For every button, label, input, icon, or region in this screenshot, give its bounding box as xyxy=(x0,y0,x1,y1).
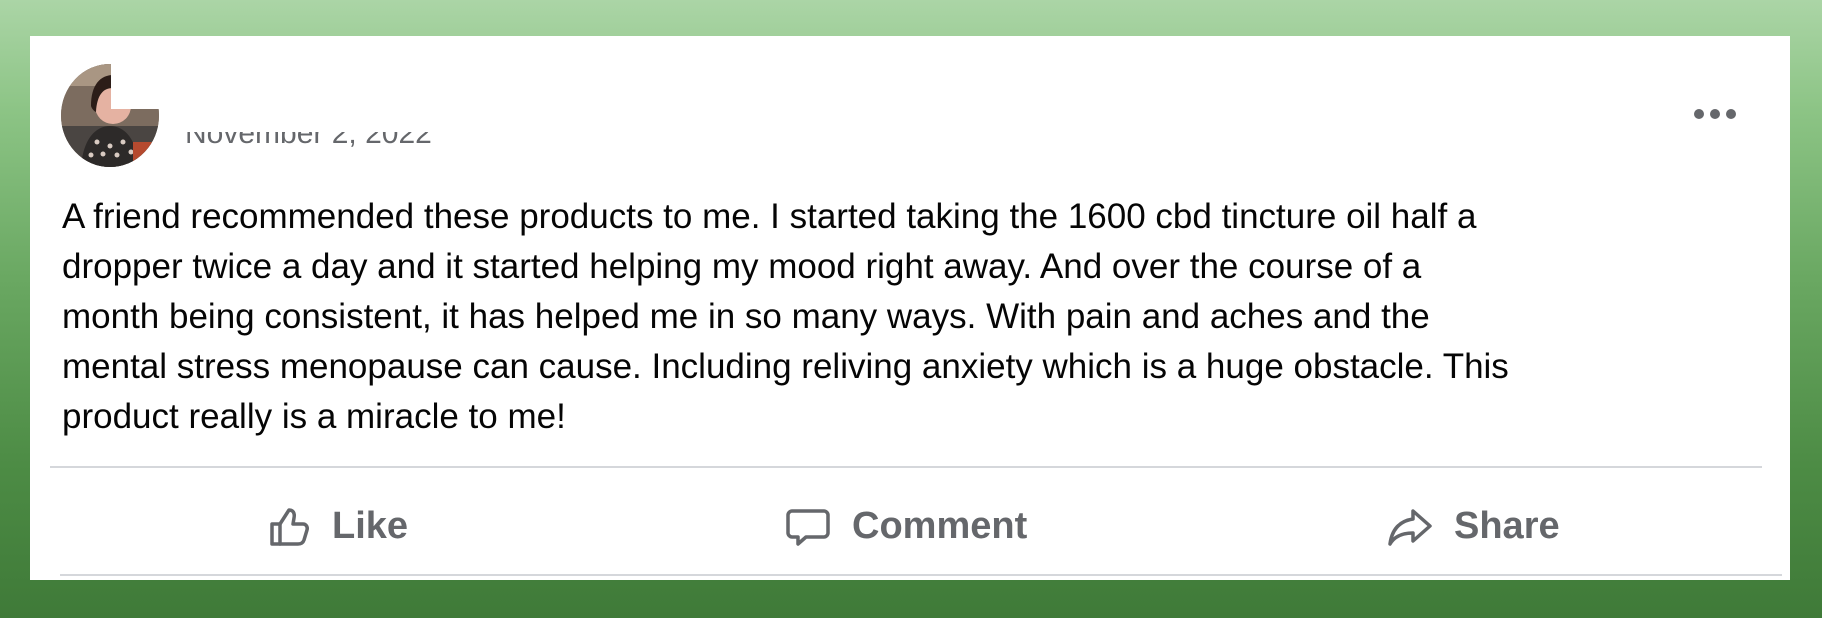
share-label: Share xyxy=(1454,505,1560,547)
more-options-button[interactable] xyxy=(1680,96,1750,132)
share-icon xyxy=(1386,502,1434,550)
thumbs-up-icon xyxy=(264,502,312,550)
like-label: Like xyxy=(332,505,409,547)
comment-icon xyxy=(784,502,832,550)
post-meta: November 2, 2022 xyxy=(185,132,432,152)
share-button[interactable]: Share xyxy=(1386,498,1560,554)
comment-button[interactable]: Comment xyxy=(784,498,1027,554)
more-horizontal-icon xyxy=(1693,108,1737,120)
post-date[interactable]: November 2, 2022 xyxy=(185,132,432,149)
post-card: November 2, 2022 A friend recommended th… xyxy=(30,36,1790,580)
divider xyxy=(60,574,1782,576)
comment-label: Comment xyxy=(852,505,1028,547)
like-button[interactable]: Like xyxy=(264,498,408,554)
header-mask xyxy=(111,51,711,109)
post-actions: Like Comment Share xyxy=(50,498,1762,554)
post-text: A friend recommended these products to m… xyxy=(62,197,1509,436)
divider xyxy=(50,466,1762,468)
